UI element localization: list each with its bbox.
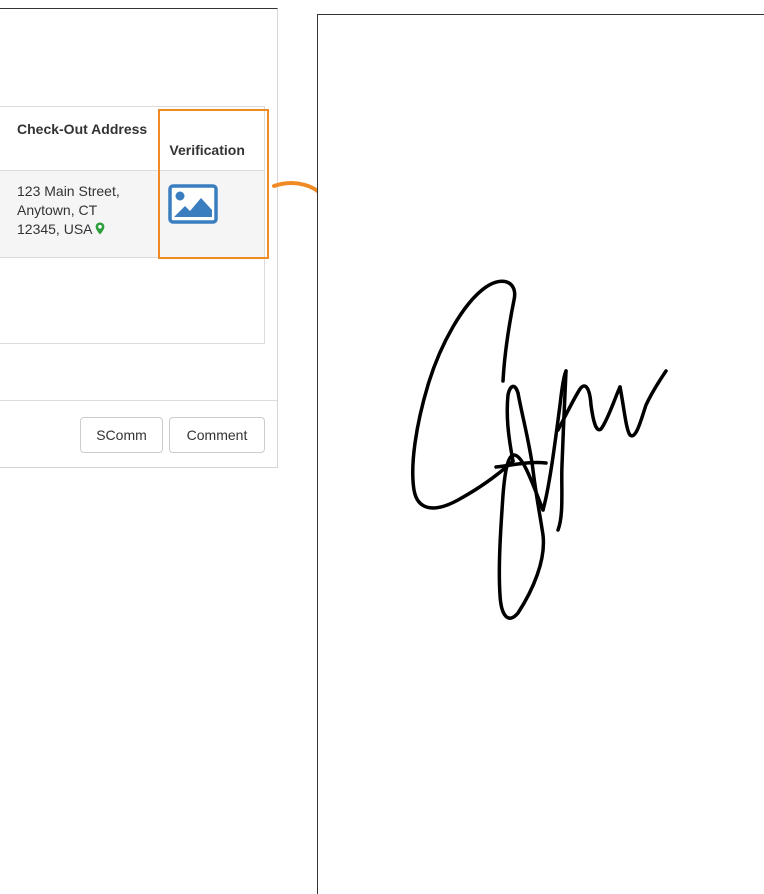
panel-footer: SComm Comment (0, 400, 277, 469)
page: Check-Out Address Verification 123 Main … (0, 0, 764, 894)
checkout-address-cell: 123 Main Street, Anytown, CT 12345, USA (0, 171, 154, 257)
table-row: 123 Main Street, Anytown, CT 12345, USA (0, 171, 264, 258)
checkout-table: Check-Out Address Verification 123 Main … (0, 106, 265, 344)
address-line-3: 12345, USA (17, 221, 93, 237)
scomm-button[interactable]: SComm (80, 417, 163, 453)
checkout-panel: Check-Out Address Verification 123 Main … (0, 8, 278, 468)
comment-button[interactable]: Comment (169, 417, 265, 453)
handwritten-signature (411, 279, 668, 620)
table-empty-area (0, 258, 264, 343)
address-line-2: Anytown, CT (17, 202, 98, 218)
table-header: Check-Out Address Verification (0, 107, 264, 171)
map-pin-icon[interactable] (95, 221, 105, 240)
column-header-verification[interactable]: Verification (154, 107, 264, 170)
column-header-checkout-address[interactable]: Check-Out Address (0, 107, 154, 170)
image-icon[interactable] (168, 184, 219, 229)
signature-panel (317, 14, 764, 894)
verification-cell (154, 171, 264, 257)
address-line-1: 123 Main Street, (17, 183, 120, 199)
address-line-3-wrapper: 12345, USA (17, 220, 154, 240)
